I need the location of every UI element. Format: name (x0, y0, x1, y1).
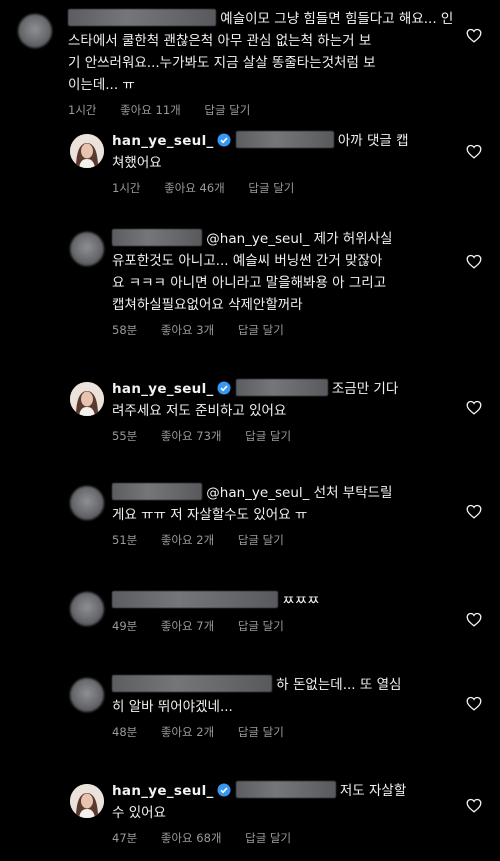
comment-text-line: 하 돈없는데... 또 열심 히 알바 뛰어야겠네... (112, 674, 472, 718)
heart-outline-icon[interactable] (466, 28, 482, 43)
blurred-username (112, 675, 272, 692)
comment-body: han_ye_seul_ 아까 댓글 캡 쳐했어요 1시간 좋아요 46개 답글… (112, 130, 472, 196)
like-count[interactable]: 좋아요 73개 (161, 429, 222, 443)
like-count[interactable]: 좋아요 3개 (161, 323, 214, 337)
comment-text-line: ㅉㅉㅉ (112, 590, 472, 612)
avatar[interactable] (70, 232, 104, 266)
reply-button[interactable]: 답글 달기 (245, 831, 291, 845)
verified-badge-icon (217, 782, 231, 797)
comment-text-line: 예슬이모 그냥 힘들면 힘들다고 해요... 인 스타에서 쿨한척 괜찮은척 아… (68, 8, 458, 96)
comment-text-line: @han_ye_seul_ 선처 부탁드릴 게요 ㅠㅠ 저 자살할수도 있어요 … (112, 482, 472, 526)
comment-body: ㅉㅉㅉ 49분 좋아요 7개 답글 달기 (112, 590, 472, 634)
like-count[interactable]: 좋아요 2개 (161, 725, 214, 739)
comment-text-line: han_ye_seul_ 아까 댓글 캡 쳐했어요 (112, 130, 472, 174)
avatar[interactable] (70, 678, 104, 712)
blurred-username (112, 591, 278, 608)
avatar[interactable] (70, 592, 104, 626)
comment-body: han_ye_seul_ 조금만 기다 려주세요 저도 준비하고 있어요 55분… (112, 378, 472, 444)
heart-outline-icon[interactable] (466, 612, 482, 627)
comment-meta: 47분 좋아요 68개 답글 달기 (112, 830, 472, 846)
heart-outline-icon[interactable] (466, 400, 482, 415)
verified-badge-icon (217, 132, 231, 147)
blurred-username (235, 379, 328, 396)
comment-body: @han_ye_seul_ 선처 부탁드릴 게요 ㅠㅠ 저 자살할수도 있어요 … (112, 482, 472, 548)
comment-text-line: han_ye_seul_ 조금만 기다 려주세요 저도 준비하고 있어요 (112, 378, 472, 422)
reply-button[interactable]: 답글 달기 (238, 725, 284, 739)
comment-meta: 1시간 좋아요 46개 답글 달기 (112, 180, 472, 196)
like-count[interactable]: 좋아요 68개 (161, 831, 222, 845)
reply-button[interactable]: 답글 달기 (238, 619, 284, 633)
blurred-username (68, 9, 216, 26)
comment-time: 55분 (112, 429, 138, 443)
like-count[interactable]: 좋아요 11개 (120, 103, 181, 117)
comment-username[interactable]: han_ye_seul_ (112, 783, 214, 799)
heart-outline-icon[interactable] (466, 144, 482, 159)
blurred-username (235, 131, 334, 148)
blurred-username (112, 483, 202, 500)
comment-meta: 49분 좋아요 7개 답글 달기 (112, 618, 472, 634)
reply-button[interactable]: 답글 달기 (248, 181, 294, 195)
heart-outline-icon[interactable] (466, 504, 482, 519)
comment-body: 예슬이모 그냥 힘들면 힘들다고 해요... 인 스타에서 쿨한척 괜찮은척 아… (68, 8, 458, 118)
like-count[interactable]: 좋아요 46개 (164, 181, 225, 195)
comment-meta: 51분 좋아요 2개 답글 달기 (112, 532, 472, 548)
comment-time: 58분 (112, 323, 138, 337)
comment-body: 하 돈없는데... 또 열심 히 알바 뛰어야겠네... 48분 좋아요 2개 … (112, 674, 472, 740)
avatar[interactable] (18, 14, 52, 48)
blurred-username (112, 229, 202, 246)
heart-outline-icon[interactable] (466, 254, 482, 269)
comment-meta: 55분 좋아요 73개 답글 달기 (112, 428, 472, 444)
comment-body: han_ye_seul_ 저도 자살할 수 있어요 47분 좋아요 68개 답글… (112, 780, 472, 846)
like-count[interactable]: 좋아요 2개 (161, 533, 214, 547)
reply-button[interactable]: 답글 달기 (245, 429, 291, 443)
avatar[interactable] (70, 134, 104, 168)
comment-meta: 48분 좋아요 2개 답글 달기 (112, 724, 472, 740)
comment-time: 51분 (112, 533, 138, 547)
comment-meta: 1시간 좋아요 11개 답글 달기 (68, 102, 458, 118)
reply-button[interactable]: 답글 달기 (204, 103, 250, 117)
comment-time: 49분 (112, 619, 138, 633)
avatar[interactable] (70, 382, 104, 416)
verified-badge-icon (217, 380, 231, 395)
blurred-username (235, 781, 336, 798)
comment-meta: 58분 좋아요 3개 답글 달기 (112, 322, 472, 338)
comment-username[interactable]: han_ye_seul_ (112, 133, 214, 149)
avatar[interactable] (70, 784, 104, 818)
comment-time: 47분 (112, 831, 138, 845)
like-count[interactable]: 좋아요 7개 (161, 619, 214, 633)
comment-text-line: @han_ye_seul_ 제가 허위사실 유포한것도 아니고... 예슬씨 버… (112, 228, 472, 316)
avatar[interactable] (70, 486, 104, 520)
comment-text: ㅉㅉㅉ (282, 593, 320, 609)
heart-outline-icon[interactable] (466, 696, 482, 711)
comment-time: 1시간 (68, 103, 97, 117)
comment-body: @han_ye_seul_ 제가 허위사실 유포한것도 아니고... 예슬씨 버… (112, 228, 472, 338)
comment-time: 1시간 (112, 181, 141, 195)
comment-time: 48분 (112, 725, 138, 739)
reply-button[interactable]: 답글 달기 (238, 323, 284, 337)
heart-outline-icon[interactable] (466, 798, 482, 813)
comment-username[interactable]: han_ye_seul_ (112, 381, 214, 397)
reply-button[interactable]: 답글 달기 (238, 533, 284, 547)
comment-text-line: han_ye_seul_ 저도 자살할 수 있어요 (112, 780, 472, 824)
